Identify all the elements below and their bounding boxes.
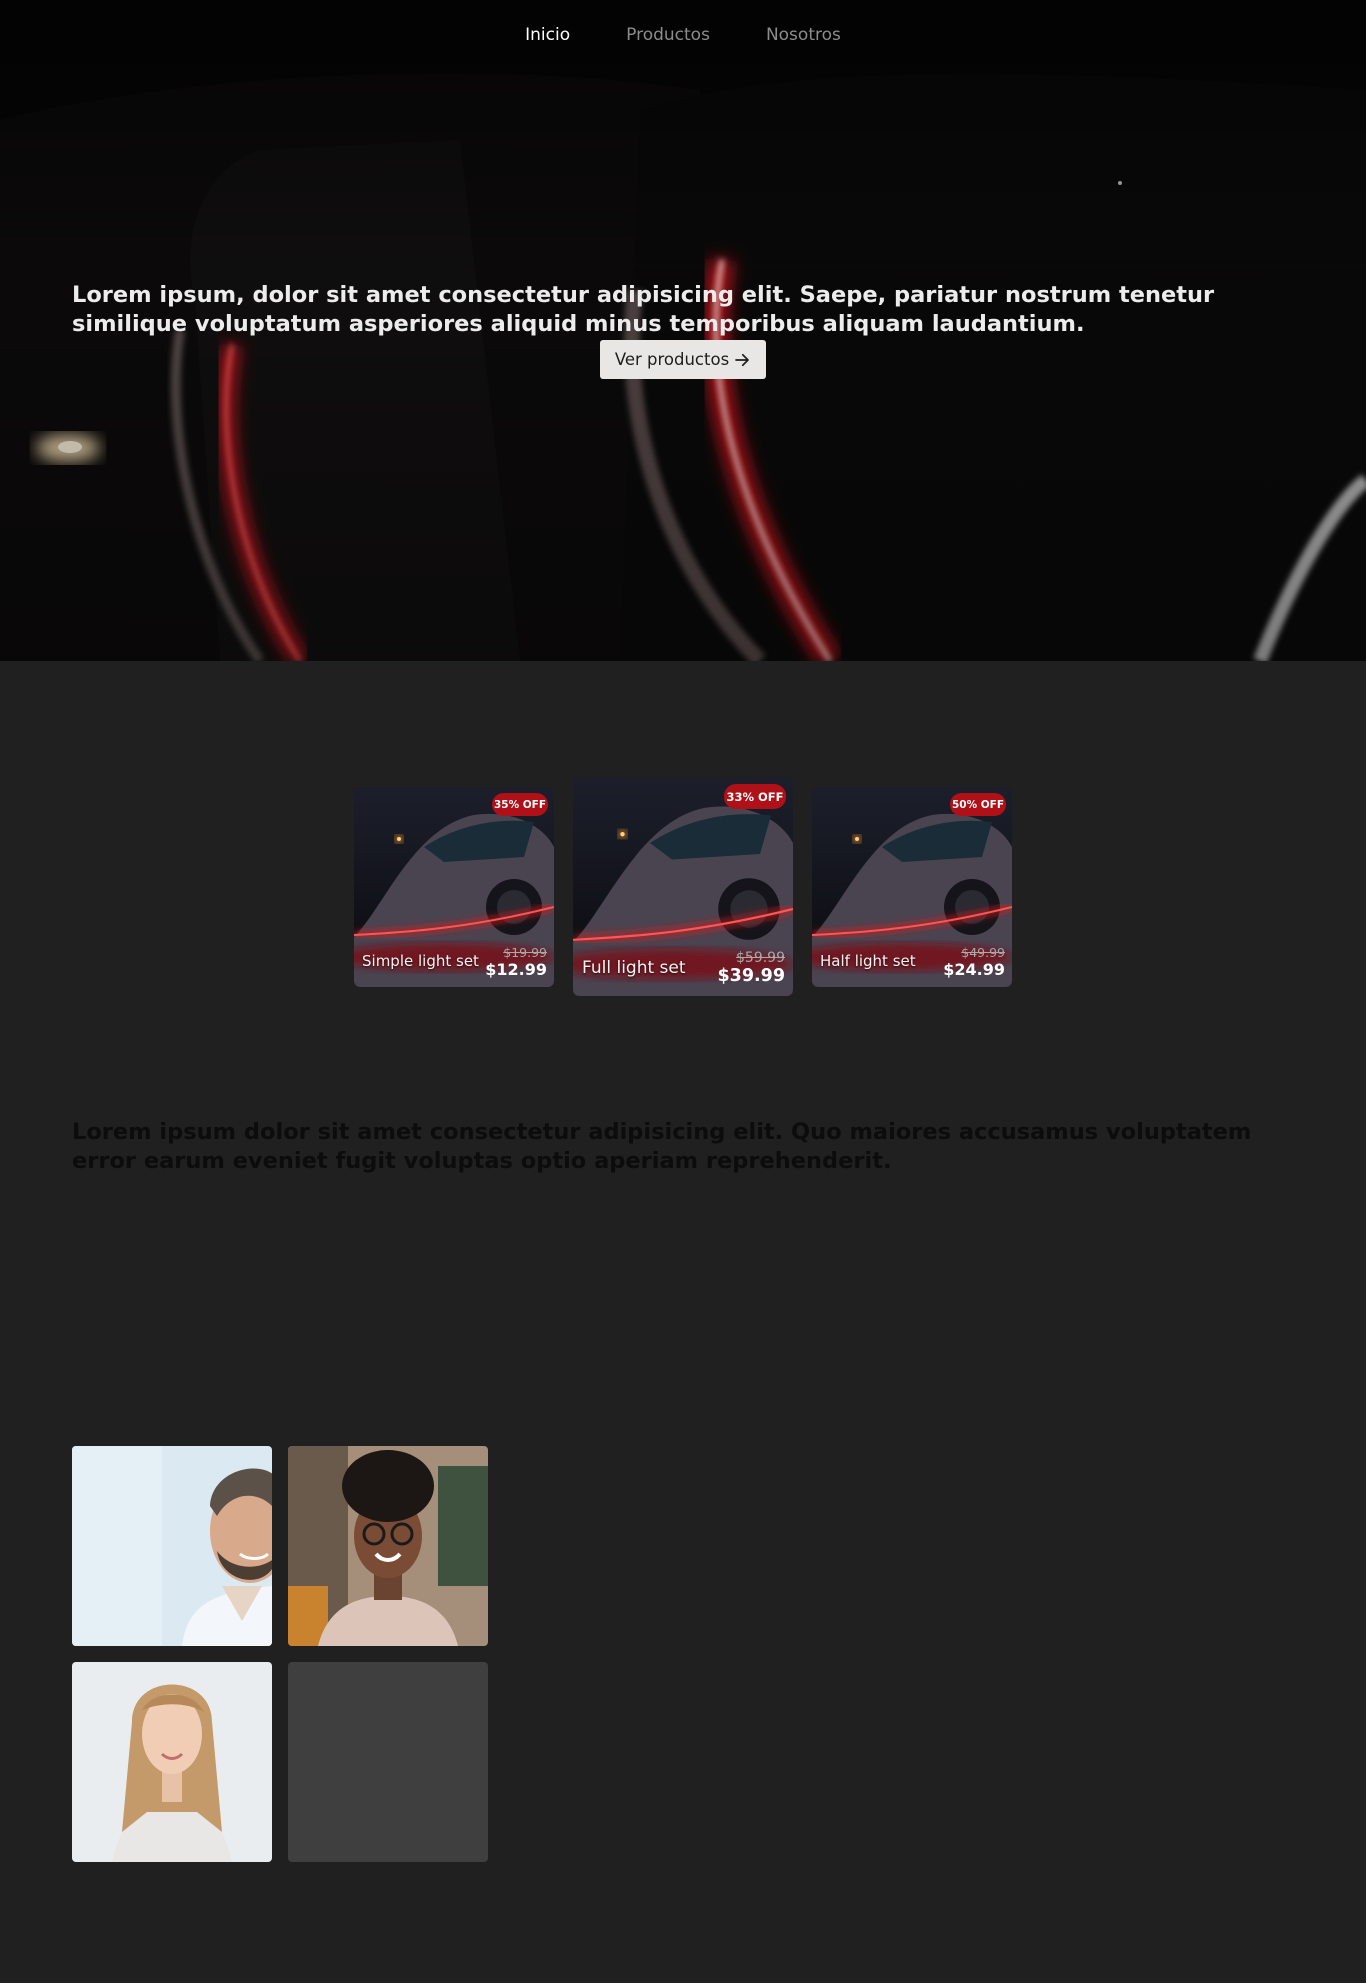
team-photo-man	[72, 1446, 272, 1646]
product-name: Half light set	[820, 952, 916, 970]
sale-price: $24.99	[943, 960, 1005, 979]
hero-section: Lorem ipsum, dolor sit amet consectetur …	[0, 0, 1366, 661]
nav-item-inicio[interactable]: Inicio	[525, 25, 570, 45]
original-price: $49.99	[961, 945, 1005, 960]
product-prices: $49.99 $24.99	[943, 945, 1005, 979]
discount-badge: 50% OFF	[950, 793, 1006, 816]
sale-price: $12.99	[485, 960, 547, 979]
top-navigation: Inicio Productos Nosotros	[0, 0, 1366, 70]
sale-price: $39.99	[717, 966, 785, 986]
product-card-full[interactable]: 33% OFF Full light set $59.99 $39.99	[573, 777, 793, 996]
product-prices: $59.99 $39.99	[717, 950, 785, 986]
product-name: Simple light set	[362, 952, 479, 970]
discount-badge: 33% OFF	[724, 784, 786, 809]
product-name: Full light set	[582, 958, 686, 978]
view-products-button[interactable]: Ver productos	[600, 340, 766, 379]
discount-badge: 35% OFF	[492, 793, 548, 816]
product-card-half[interactable]: 50% OFF Half light set $49.99 $24.99	[812, 787, 1012, 987]
original-price: $59.99	[736, 950, 785, 966]
team-photo-woman-blonde	[72, 1662, 272, 1862]
team-photo-placeholder	[288, 1662, 488, 1862]
about-text: Lorem ipsum dolor sit amet consectetur a…	[72, 1119, 1252, 1174]
product-prices: $19.99 $12.99	[485, 945, 547, 979]
view-products-label: Ver productos	[614, 350, 730, 369]
arrow-right-icon	[735, 353, 749, 366]
nav-item-productos[interactable]: Productos	[626, 25, 710, 45]
nav-item-nosotros[interactable]: Nosotros	[766, 25, 841, 45]
hero-headline: Lorem ipsum, dolor sit amet consectetur …	[72, 282, 1215, 337]
product-card-simple[interactable]: 35% OFF Simple light set $19.99 $12.99	[354, 787, 554, 987]
team-photo-woman-glasses	[288, 1446, 488, 1646]
original-price: $19.99	[503, 945, 547, 960]
